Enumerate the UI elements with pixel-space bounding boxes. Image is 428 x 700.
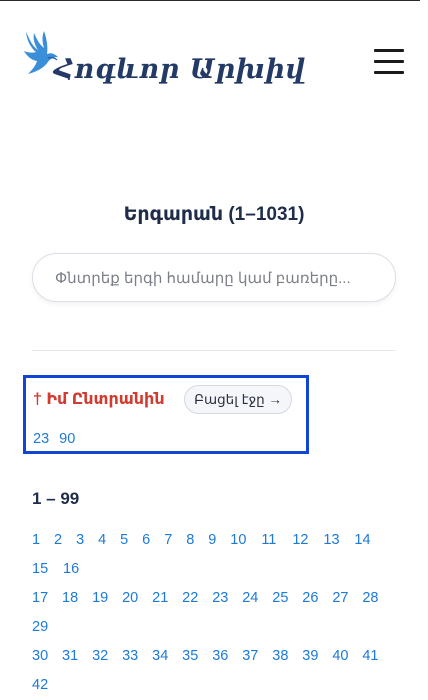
song-number-link[interactable]: 40: [332, 642, 356, 671]
song-number-link[interactable]: 31: [62, 642, 86, 671]
song-number-link[interactable]: 20: [122, 584, 146, 613]
song-number-link[interactable]: 3: [76, 526, 92, 555]
song-number-grid: 1 2 3 4 5 6 7 8 9 10 11 12 13 14 15 16 1…: [32, 526, 402, 700]
song-number-link[interactable]: 42: [32, 671, 52, 700]
song-number-link[interactable]: 19: [92, 584, 116, 613]
song-number-link[interactable]: 24: [242, 584, 266, 613]
song-number-link[interactable]: 34: [152, 642, 176, 671]
song-number-link[interactable]: 32: [92, 642, 116, 671]
logo-text: Հոգևոր Արխիվ: [54, 54, 306, 85]
open-favorites-button[interactable]: Բացել էջը →: [184, 385, 292, 414]
song-number-link[interactable]: 4: [98, 526, 114, 555]
song-number-link[interactable]: 41: [362, 642, 386, 671]
site-header: Հոգևոր Արխիվ: [0, 0, 428, 110]
song-number-link[interactable]: 39: [302, 642, 326, 671]
song-number-link[interactable]: 10: [230, 526, 255, 555]
favorite-song-link[interactable]: 90: [59, 431, 75, 447]
favorites-title: † Իմ Ընտրանին: [33, 391, 165, 408]
song-number-link[interactable]: 23: [212, 584, 236, 613]
song-number-link[interactable]: 22: [182, 584, 206, 613]
song-number-link[interactable]: 16: [63, 555, 83, 584]
song-number-link[interactable]: 1: [32, 526, 48, 555]
song-number-link[interactable]: 33: [122, 642, 146, 671]
song-number-link[interactable]: 9: [208, 526, 224, 555]
song-number-link[interactable]: 28: [362, 584, 386, 613]
song-number-link[interactable]: 7: [164, 526, 180, 555]
page-title: Երգարան (1–1031): [123, 204, 305, 225]
song-number-link[interactable]: 14: [354, 526, 379, 555]
song-number-link[interactable]: 11: [261, 526, 286, 555]
favorites-list: 23 90: [33, 431, 81, 447]
song-number-link[interactable]: 18: [62, 584, 86, 613]
song-number-link[interactable]: 30: [32, 642, 56, 671]
favorites-section: † Իմ Ընտրանին Բացել էջը → 23 90: [23, 375, 309, 454]
hamburger-menu-icon[interactable]: [370, 44, 406, 78]
song-number-link[interactable]: 15: [32, 555, 57, 584]
song-number-link[interactable]: 36: [212, 642, 236, 671]
song-number-link[interactable]: 17: [32, 584, 56, 613]
song-number-link[interactable]: 2: [54, 526, 70, 555]
song-number-link[interactable]: 5: [120, 526, 136, 555]
song-number-link[interactable]: 21: [152, 584, 176, 613]
divider: [32, 350, 396, 351]
song-number-link[interactable]: 37: [242, 642, 266, 671]
song-number-link[interactable]: 12: [292, 526, 317, 555]
search-box[interactable]: [32, 253, 396, 303]
song-number-link[interactable]: 27: [332, 584, 356, 613]
song-number-link[interactable]: 35: [182, 642, 206, 671]
site-logo[interactable]: Հոգևոր Արխիվ: [22, 30, 305, 92]
song-number-link[interactable]: 29: [32, 613, 52, 642]
favorite-song-link[interactable]: 23: [33, 431, 49, 447]
song-number-link[interactable]: 26: [302, 584, 326, 613]
range-title: 1 – 99: [32, 489, 80, 508]
song-number-link[interactable]: 13: [323, 526, 348, 555]
song-number-link[interactable]: 8: [186, 526, 202, 555]
song-number-link[interactable]: 25: [272, 584, 296, 613]
song-number-link[interactable]: 38: [272, 642, 296, 671]
song-number-link[interactable]: 6: [142, 526, 158, 555]
search-input[interactable]: [53, 254, 387, 303]
